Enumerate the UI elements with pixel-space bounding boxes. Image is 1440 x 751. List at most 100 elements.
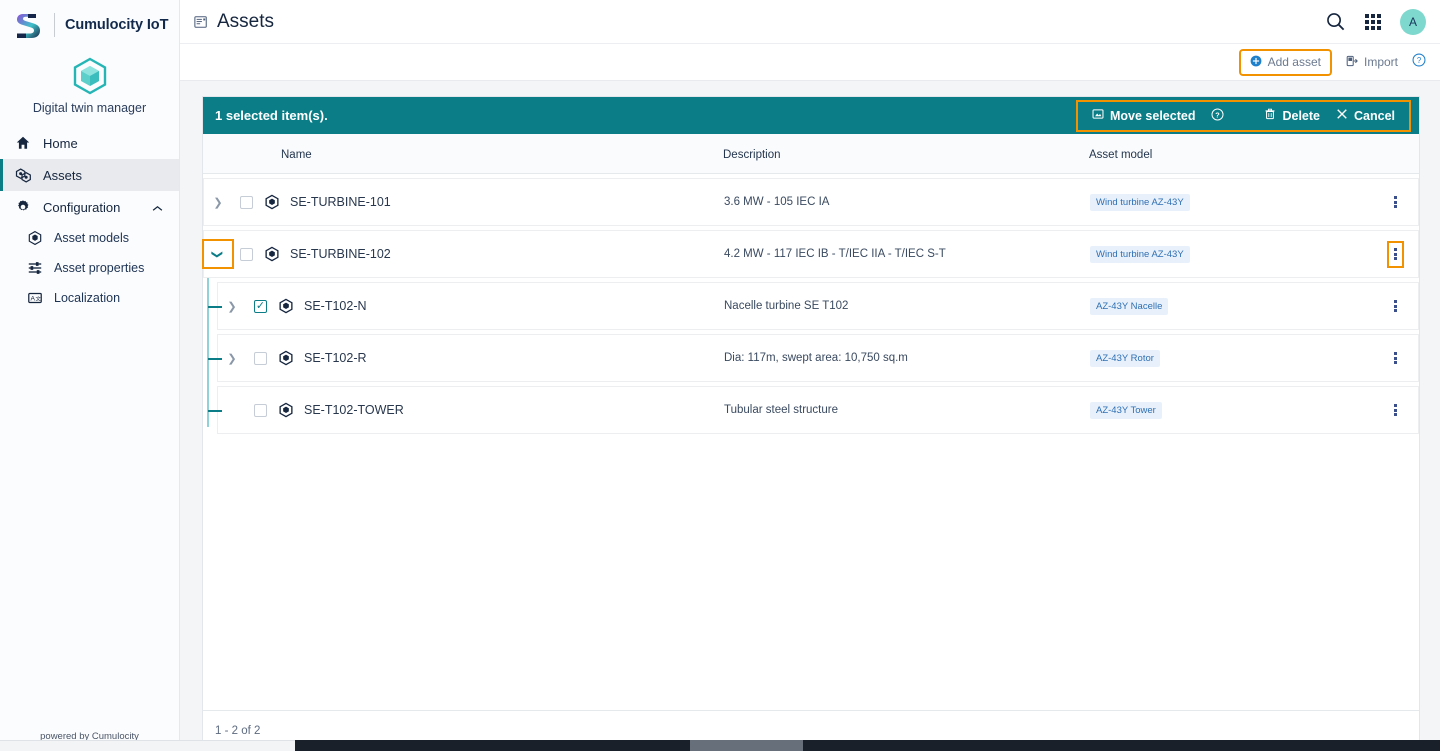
asset-icon bbox=[278, 402, 294, 418]
sidebar-item-label: Assets bbox=[43, 167, 83, 183]
asset-name: SE-TURBINE-101 bbox=[290, 195, 391, 209]
close-icon bbox=[1336, 108, 1348, 123]
import-button[interactable]: Import bbox=[1338, 51, 1406, 74]
brand-name: Cumulocity IoT bbox=[65, 17, 169, 33]
table-row[interactable]: ❯ SE-T102-R Dia: 117m, swept area: 10,75… bbox=[208, 334, 1419, 382]
row-menu-icon[interactable] bbox=[1389, 399, 1402, 422]
sidebar-item-label: Asset properties bbox=[54, 261, 145, 275]
chevron-right-icon: ❯ bbox=[213, 196, 223, 209]
asset-model-cell: AZ-43Y Nacelle bbox=[1090, 297, 1372, 315]
avatar[interactable]: A bbox=[1400, 8, 1426, 35]
actions-cell bbox=[1372, 240, 1418, 268]
delete-label: Delete bbox=[1282, 108, 1320, 123]
description-cell: 4.2 MW - 117 IEC IB - T/IEC IIA - T/IEC … bbox=[724, 248, 946, 260]
help-circle-icon[interactable]: ? bbox=[1412, 53, 1426, 72]
asset-name: SE-T102-R bbox=[304, 351, 367, 365]
row-checkbox[interactable] bbox=[254, 351, 267, 365]
move-icon bbox=[1092, 108, 1104, 123]
sidebar-item-assets[interactable]: Assets bbox=[0, 159, 179, 191]
action-toolbar: Add asset Import ? bbox=[180, 44, 1440, 81]
sidebar-item-label: Home bbox=[43, 135, 78, 151]
tree-branch-line bbox=[208, 306, 222, 308]
row-menu-icon[interactable] bbox=[1389, 347, 1402, 370]
assets-card: 1 selected item(s). Move selected ? Dele… bbox=[202, 96, 1420, 751]
name-cell: ❯ SE-TURBINE-102 bbox=[202, 239, 724, 269]
row-checkbox[interactable]: ✓ bbox=[254, 299, 267, 313]
asset-icon bbox=[264, 194, 280, 210]
horizontal-scrollbar[interactable] bbox=[0, 740, 1440, 751]
row-checkbox[interactable] bbox=[254, 403, 267, 417]
table-row[interactable]: SE-T102-TOWER Tubular steel structure AZ… bbox=[208, 386, 1419, 434]
page-list-icon[interactable] bbox=[194, 15, 208, 29]
move-selected-button[interactable]: Move selected bbox=[1084, 105, 1203, 126]
collapse-toggle[interactable]: ❯ bbox=[202, 239, 234, 269]
asset-icon bbox=[278, 298, 294, 314]
add-asset-button[interactable]: Add asset bbox=[1238, 48, 1332, 76]
expand-toggle[interactable]: ❯ bbox=[218, 352, 246, 365]
trash-icon bbox=[1264, 108, 1276, 123]
actions-cell bbox=[1372, 347, 1418, 370]
selection-actions: Move selected ? Delete Cancel bbox=[1076, 99, 1411, 132]
asset-model-badge[interactable]: Wind turbine AZ-43Y bbox=[1090, 193, 1190, 211]
app-grid-icon[interactable] bbox=[1364, 13, 1382, 31]
row-menu-icon[interactable] bbox=[1386, 240, 1404, 268]
asset-name: SE-TURBINE-102 bbox=[290, 247, 391, 261]
chevron-up-icon bbox=[152, 200, 163, 215]
svg-text:文: 文 bbox=[36, 295, 42, 303]
asset-model-badge[interactable]: AZ-43Y Tower bbox=[1090, 401, 1162, 419]
sidebar-item-label: Asset models bbox=[54, 231, 130, 245]
asset-model-badge[interactable]: AZ-43Y Rotor bbox=[1090, 349, 1160, 367]
sidebar: Cumulocity IoT Digital twin manager Home bbox=[0, 0, 180, 751]
sidebar-item-configuration[interactable]: Configuration bbox=[0, 191, 179, 223]
asset-model-cell: Wind turbine AZ-43Y bbox=[1090, 193, 1372, 211]
name-cell: ❯ ✓ SE-T102-N bbox=[218, 298, 724, 314]
delete-button[interactable]: Delete bbox=[1256, 105, 1328, 126]
cancel-button[interactable]: Cancel bbox=[1328, 105, 1403, 126]
expand-toggle[interactable]: ❯ bbox=[204, 196, 232, 209]
add-asset-label: Add asset bbox=[1267, 55, 1321, 69]
move-help-button[interactable]: ? bbox=[1203, 105, 1238, 127]
sidebar-subnav: Asset models Asset properties A 文 Locali… bbox=[0, 223, 179, 313]
table-body: ❯ SE-TURBINE-101 3.6 MW - 105 IEC IA Win… bbox=[202, 174, 1419, 434]
table-row[interactable]: ❯ SE-TURBINE-102 4.2 MW - 117 IEC IB - T… bbox=[202, 230, 1419, 278]
actions-cell bbox=[1372, 399, 1418, 422]
asset-model-badge[interactable]: Wind turbine AZ-43Y bbox=[1090, 245, 1190, 263]
gear-icon bbox=[14, 198, 32, 216]
search-icon[interactable] bbox=[1325, 11, 1346, 32]
home-icon bbox=[14, 134, 32, 152]
page-title: Assets bbox=[217, 10, 275, 32]
tree-branch-line bbox=[208, 410, 222, 412]
chevron-right-icon: ❯ bbox=[227, 352, 237, 365]
row-menu-icon[interactable] bbox=[1389, 295, 1402, 318]
asset-model-icon bbox=[26, 229, 44, 247]
plus-circle-icon bbox=[1250, 55, 1262, 70]
column-header-name[interactable]: Name bbox=[203, 147, 723, 161]
asset-icon bbox=[278, 350, 294, 366]
import-icon bbox=[1346, 55, 1358, 70]
cumulocity-s-logo-icon bbox=[14, 9, 44, 41]
sidebar-item-asset-models[interactable]: Asset models bbox=[0, 223, 179, 253]
asset-name: SE-T102-N bbox=[304, 299, 367, 313]
brand[interactable]: Cumulocity IoT bbox=[0, 0, 179, 50]
chevron-down-icon: ❯ bbox=[211, 249, 224, 259]
table-row[interactable]: ❯ SE-TURBINE-101 3.6 MW - 105 IEC IA Win… bbox=[203, 178, 1419, 226]
table-row[interactable]: ❯ ✓ SE-T102-N Nacelle turbine SE T102 AZ… bbox=[208, 282, 1419, 330]
expand-toggle[interactable]: ❯ bbox=[218, 300, 246, 313]
column-header-asset-model[interactable]: Asset model bbox=[1089, 147, 1373, 161]
sidebar-item-home[interactable]: Home bbox=[0, 127, 179, 159]
column-header-description[interactable]: Description bbox=[723, 147, 1089, 161]
selection-bar: 1 selected item(s). Move selected ? Dele… bbox=[203, 97, 1419, 134]
asset-model-cell: Wind turbine AZ-43Y bbox=[1090, 245, 1372, 263]
sidebar-item-label: Localization bbox=[54, 291, 121, 305]
asset-model-cell: AZ-43Y Tower bbox=[1090, 401, 1372, 419]
scrollbar-thumb[interactable] bbox=[690, 740, 803, 751]
row-menu-icon[interactable] bbox=[1389, 191, 1402, 214]
assets-icon bbox=[14, 166, 32, 184]
asset-model-cell: AZ-43Y Rotor bbox=[1090, 349, 1372, 367]
asset-model-badge[interactable]: AZ-43Y Nacelle bbox=[1090, 297, 1169, 315]
row-checkbox[interactable] bbox=[240, 195, 253, 209]
sidebar-item-asset-properties[interactable]: Asset properties bbox=[0, 253, 179, 283]
sidebar-item-localization[interactable]: A 文 Localization bbox=[0, 283, 179, 313]
chevron-right-icon: ❯ bbox=[227, 300, 237, 313]
row-checkbox[interactable] bbox=[240, 247, 253, 261]
